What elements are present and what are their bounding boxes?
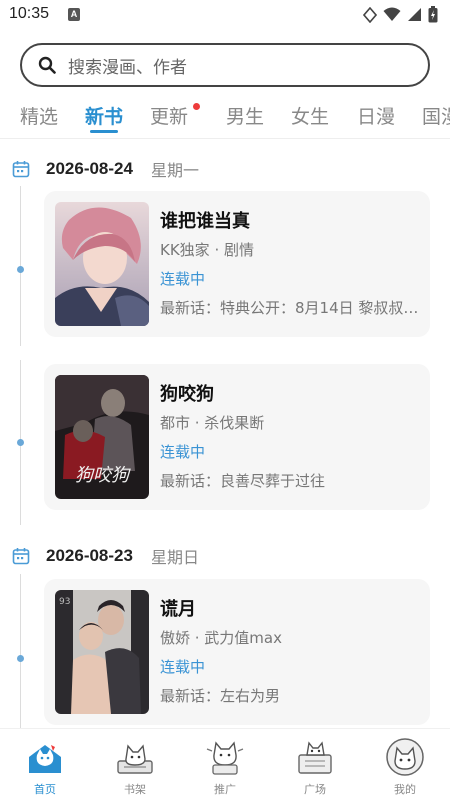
- status-indicators: [363, 6, 438, 23]
- date-header: 2026-08-24 星期一: [12, 156, 199, 182]
- comic-title: 谁把谁当真: [160, 211, 250, 232]
- comic-tags: 都市 · 杀伐果断: [160, 414, 265, 432]
- comic-card[interactable]: 93 谎月 傲娇 · 武力值max 连载中 最新话：左右为男: [44, 579, 430, 725]
- tab-new-books[interactable]: 新书: [85, 102, 123, 129]
- status-bar: 10:35 A: [0, 0, 450, 32]
- timeline-dot: [17, 266, 24, 273]
- comic-status: 连载中: [160, 270, 206, 288]
- tab-updates[interactable]: 更新: [150, 102, 188, 129]
- search-placeholder: 搜索漫画、作者: [68, 57, 187, 78]
- nav-profile[interactable]: 我的: [375, 737, 435, 799]
- date-header: 2026-08-23 星期日: [12, 543, 199, 569]
- tab-updates-badge: [193, 103, 200, 110]
- nav-label: 我的: [394, 783, 416, 796]
- nav-label: 广场: [304, 783, 326, 796]
- bottom-nav: 首页 书架 推广 广场 我的: [0, 728, 450, 800]
- nav-bookshelf[interactable]: 书架: [105, 737, 165, 799]
- comic-status: 连载中: [160, 658, 206, 676]
- comic-status: 连载中: [160, 443, 206, 461]
- tabs-divider: [0, 138, 450, 139]
- nav-home[interactable]: 首页: [15, 737, 75, 799]
- search-icon: [38, 56, 56, 74]
- wifi-icon: [383, 7, 401, 21]
- tab-active-underline: [90, 130, 118, 133]
- nav-label: 首页: [34, 783, 56, 796]
- comic-card[interactable]: 谁把谁当真 KK独家 · 剧情 连载中 最新话：特典公开：8月14日 黎叔叔…: [44, 191, 430, 337]
- category-tabs: 精选 新书 更新 男生 女生 日漫 国漫: [0, 100, 450, 138]
- cell-signal-icon: [408, 8, 421, 21]
- tab-male[interactable]: 男生: [226, 102, 264, 129]
- nav-label: 推广: [214, 783, 236, 796]
- timeline-line: [20, 574, 21, 728]
- battery-charging-icon: [428, 6, 438, 23]
- date-label: 2026-08-23: [46, 546, 133, 565]
- date-label: 2026-08-24: [46, 159, 133, 178]
- svg-text:93: 93: [59, 597, 70, 607]
- search-input[interactable]: 搜索漫画、作者: [20, 43, 430, 87]
- tab-japanese-manga[interactable]: 日漫: [357, 102, 395, 129]
- comic-title: 谎月: [160, 599, 196, 620]
- weekday-label: 星期一: [150, 161, 199, 180]
- tab-chinese-manga[interactable]: 国漫: [422, 102, 450, 129]
- comic-latest-chapter: 最新话：良善尽葬于过往: [160, 472, 326, 490]
- comic-cover: 狗咬狗: [55, 375, 149, 499]
- promote-cat-icon: [206, 741, 244, 775]
- calendar-icon: [12, 548, 30, 565]
- comic-tags: 傲娇 · 武力值max: [160, 629, 282, 647]
- notification-a-icon: A: [68, 8, 80, 21]
- calendar-icon: [12, 161, 30, 178]
- comic-tags: KK独家 · 剧情: [160, 241, 254, 259]
- nav-plaza[interactable]: 广场: [285, 737, 345, 799]
- profile-avatar-icon: [386, 738, 424, 776]
- comic-latest-chapter: 最新话：特典公开：8月14日 黎叔叔…: [160, 299, 419, 317]
- comic-cover: 93: [55, 590, 149, 714]
- nav-promote[interactable]: 推广: [195, 737, 255, 799]
- home-cat-icon: [29, 745, 61, 773]
- comic-cover: [55, 202, 149, 326]
- status-time: 10:35: [9, 5, 50, 22]
- tab-featured[interactable]: 精选: [20, 102, 58, 129]
- timeline-dot: [17, 655, 24, 662]
- timeline-dot: [17, 439, 24, 446]
- comic-title: 狗咬狗: [160, 384, 214, 405]
- tab-female[interactable]: 女生: [291, 102, 329, 129]
- bookshelf-cat-icon: [117, 744, 153, 774]
- plaza-cat-icon: [298, 741, 332, 774]
- signal-diamond-icon: [363, 6, 377, 23]
- weekday-label: 星期日: [150, 548, 199, 567]
- comic-latest-chapter: 最新话：左右为男: [160, 687, 281, 705]
- svg-text:狗咬狗: 狗咬狗: [75, 465, 131, 486]
- comic-card[interactable]: 狗咬狗 狗咬狗 都市 · 杀伐果断 连载中 最新话：良善尽葬于过往: [44, 364, 430, 510]
- nav-label: 书架: [124, 783, 146, 796]
